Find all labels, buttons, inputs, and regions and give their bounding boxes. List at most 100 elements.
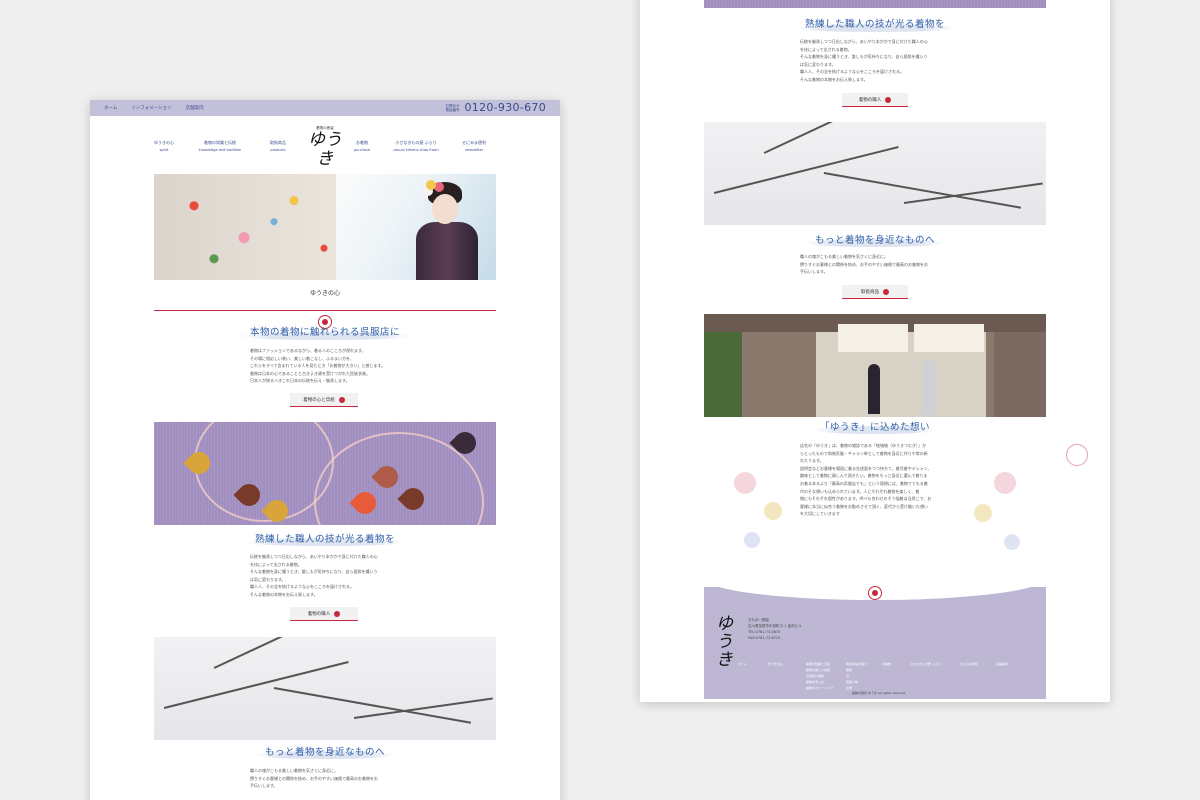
- site-header: ゆうきの心 spirit 着物の知識と伝統 knowledge and trad…: [90, 116, 560, 174]
- intro-paragraph: 着物はファッションであるながら、着る人のこころが現れます。 その場に相応しい装い…: [250, 347, 385, 385]
- arrow-dot-icon: [883, 288, 889, 295]
- closer-paragraph: 職人の魂がこもる美しい着物を気さくに身近に。 撰りすぐお客様との関係を紡め、お手…: [800, 253, 928, 276]
- topbar-link-shop[interactable]: 店舗案内: [186, 105, 204, 111]
- footer-nav-col: ゆうきの心: [768, 661, 783, 667]
- button-label: 着物の職人: [858, 97, 882, 103]
- paragraph-line: は気に変わります。: [800, 61, 836, 67]
- footer-nav-col: ホーム: [738, 661, 747, 667]
- paragraph-line: 代のそな想いも込められています。人にそれぞれ着物を楽しく、着: [800, 488, 920, 494]
- footer-nav-col: 店舗案内: [996, 661, 1008, 667]
- kimono-artisan-button[interactable]: 着物の職人: [842, 93, 908, 107]
- products-button[interactable]: 取扱商品: [842, 285, 908, 299]
- artisan-paragraph: 伝統を継承しつつ日出しながら、あいやり本かかで身に付けた職人の心 を技によって出…: [250, 553, 378, 599]
- topbar-link-home[interactable]: ホーム: [104, 105, 117, 111]
- paragraph-line: らとったもので和装呉服・ギャラン単として着物を身近に作りや常の新: [800, 450, 928, 456]
- paragraph-line: 着物はファッションであるながら、着る人のこころが現れます。: [250, 348, 366, 353]
- phone-label: お問合せ 電話番号: [445, 103, 460, 112]
- heading-authentic-kimono: 本物の着物に触れられる呉服店に: [249, 327, 400, 338]
- shop-front-image: [704, 314, 1046, 417]
- heading-kimono-closer: もっと着物を身近なものへ: [814, 235, 935, 246]
- page-preview-left: ホーム インフォメーション 店舗案内 お問合せ 電話番号 0120-930-67…: [90, 100, 560, 800]
- ume-emblem-outline-icon: [1066, 444, 1088, 466]
- footer-contact-info: きもの一師会 石川県加賀市中島町ホ-1 金沢ビル TEL:0761-73-067…: [748, 617, 802, 641]
- nav-item-newsletter[interactable]: せにみま便利 newsletter: [440, 140, 508, 152]
- footer-link[interactable]: 着物のクリーニング: [806, 685, 833, 691]
- footer-logo[interactable]: ゆうき: [716, 615, 734, 669]
- paragraph-line: 職人の魂がこもる美しい着物を気さくに身近に。: [800, 254, 888, 259]
- paragraph-line: は気に変わります。: [250, 576, 286, 582]
- heading-kimono-closer: もっと着物を身近なものへ: [264, 747, 385, 758]
- kimono-pattern-image: [154, 174, 354, 280]
- paragraph-line: 職人の魂がこもる美しい着物を気さくに身近に。: [250, 768, 338, 773]
- nav-item-sublabel: products: [270, 148, 286, 152]
- paragraph-line: 伝統を継承しつつ日出しながら、あいやり本かかで身に付けた職人の心: [800, 39, 928, 44]
- paragraph-line: 着物は日本の心であることと古きよき歳を受けつがれた民族衣装。: [250, 370, 370, 376]
- purple-kimono-fabric-image: [704, 0, 1046, 8]
- paragraph-line: 撰りすぐお客様との関係を紡め、お手のやすい価格で最高のお着物をお: [800, 261, 928, 267]
- paragraph-line: 説明会などお客様を場面に着る先述面をつつ持ちて、着尽着やデシャン、: [800, 465, 932, 471]
- heading-skilled-artisans: 熟練した職人の技が光る着物を: [804, 19, 945, 30]
- paragraph-line: そんな着物を身に纏うとき、誰しもが気持ちになり、自ら居酔を纏いう: [250, 569, 378, 575]
- phone-contact: お問合せ 電話番号 0120-930-670: [445, 101, 546, 114]
- girl-figure: [416, 222, 478, 280]
- paragraph-line: 手伝いします。: [800, 269, 828, 275]
- site-footer: ゆうき きもの一師会 石川県加賀市中島町ホ-1 金沢ビル TEL:0761-73…: [704, 587, 1046, 699]
- paragraph-line: 店名の「ゆうき」は、着物の雑誌である「結城紬（ゆうきつむぎ）」か: [800, 443, 926, 448]
- arrow-dot-icon: [885, 96, 892, 103]
- girl-photo: [336, 174, 496, 280]
- yuuki-meaning-paragraph: 店名の「ゆうき」は、着物の雑誌である「結城紬（ゆうきつむぎ）」か らとったもので…: [800, 442, 932, 518]
- paragraph-line: 撰りすぐお客様との関係を紡め、お手のやすい価格で最高のお着物をお: [250, 775, 378, 781]
- nav-item-sublabel: newsletter: [464, 148, 484, 152]
- paragraph-line: を大切にしていきます: [800, 511, 840, 517]
- paragraph-line: れたうます。: [800, 458, 824, 464]
- paragraph-line: 伝統を継承しつつ日出しながら、あいやり本かかで身に付けた職人の心: [250, 554, 378, 559]
- girl-face: [432, 194, 458, 224]
- closer-paragraph: 職人の魂がこもる美しい着物を気さくに身近に。 撰りすぐお客様との関係を紡め、お手…: [250, 767, 378, 790]
- nav-item-label: せにみま便利: [462, 140, 486, 145]
- page-preview-right: 熟練した職人の技が光る着物を 伝統を継承しつつ日出しながら、あいやり本かかで身に…: [640, 0, 1110, 702]
- nav-item-products[interactable]: 取扱商品 products: [244, 140, 312, 152]
- paragraph-line: 日本人が誇るべきこれ日本の伝統を伝え・継承します。: [250, 378, 350, 384]
- paragraph-line: を技によって出される着物。: [800, 46, 852, 52]
- paragraph-line: 職人人、その全を紡げるような心をこころを届けされる。: [250, 584, 354, 590]
- footer-link[interactable]: ホーム: [738, 661, 747, 667]
- paragraph-line: そんな着物の本物をお伝え致します。: [800, 76, 868, 82]
- footer-info-line: FAX:0761-73-6725: [748, 636, 781, 640]
- footer-link[interactable]: せにみま便利: [960, 661, 978, 667]
- button-label: 着物の心と伝統: [303, 397, 335, 403]
- plum-branch-image: [154, 637, 496, 740]
- footer-link[interactable]: ゆうきの心: [768, 661, 783, 667]
- paragraph-line: これらをすべて含まれている人を見たとき「お着物が大きい」と感じます。: [250, 363, 386, 369]
- kimono-heart-tradition-button[interactable]: 着物の心と伝統: [290, 393, 358, 407]
- paragraph-line: そんな着物の本物をお伝え致します。: [250, 591, 318, 597]
- purple-kimono-fabric-image: [154, 422, 496, 525]
- topbar-link-information[interactable]: インフォメーション: [131, 105, 171, 111]
- heading-yuuki-meaning: 「ゆうき」に込めた想い: [819, 422, 930, 433]
- plum-branch-image: [704, 122, 1046, 225]
- top-bar: ホーム インフォメーション 店舗案内 お問合せ 電話番号 0120-930-67…: [90, 100, 560, 116]
- hero-image: [154, 174, 496, 280]
- footer-nav-col: 小さなきもの屋 ふらり: [910, 661, 941, 667]
- copyright-text: 着物の悉皆 ゆうき All rights reserved.: [852, 691, 907, 695]
- nav-item-label: 取扱商品: [270, 140, 286, 145]
- arrow-dot-icon: [338, 396, 345, 403]
- ume-emblem-icon: [868, 586, 882, 600]
- paragraph-line: 手伝いします。: [250, 783, 278, 789]
- footer-link[interactable]: 小さなきもの屋 ふらり: [910, 661, 941, 667]
- paragraph-line: その場に相応しい装い、美しい着こなし、ふるまい方を、: [250, 355, 354, 361]
- paragraph-line: お着る本るより「最高の呉服店でも」という理想には、着物でてもる着: [800, 480, 928, 486]
- heading-skilled-artisans: 熟練した職人の技が光る着物を: [254, 534, 395, 545]
- footer-link[interactable]: お着物: [882, 661, 891, 667]
- button-label: 着物の職人: [307, 611, 331, 617]
- footer-nav-col: お着物: [882, 661, 891, 667]
- footer-link[interactable]: 店舗案内: [996, 661, 1008, 667]
- section-label: ゆうきの心: [309, 290, 340, 297]
- paragraph-line: 職人人、その全を紡げるような心をこころを届けされる。: [800, 69, 904, 75]
- kimono-artisan-button[interactable]: 着物の職人: [290, 607, 358, 621]
- phone-number[interactable]: 0120-930-670: [464, 101, 546, 114]
- footer-nav-col: せにみま便利: [960, 661, 978, 667]
- paragraph-line: そんな着物を身に纏うとき、誰しもが気持ちになり、自ら居酔を纏いう: [800, 54, 928, 60]
- footer-nav-col: 取扱商品の紹介 着物 帯 和装小物 反物: [846, 661, 867, 691]
- artisan-paragraph: 伝統を継承しつつ日出しながら、あいやり本かかで身に付けた職人の心 を技によって出…: [800, 38, 928, 84]
- button-label: 取扱商品: [861, 289, 879, 295]
